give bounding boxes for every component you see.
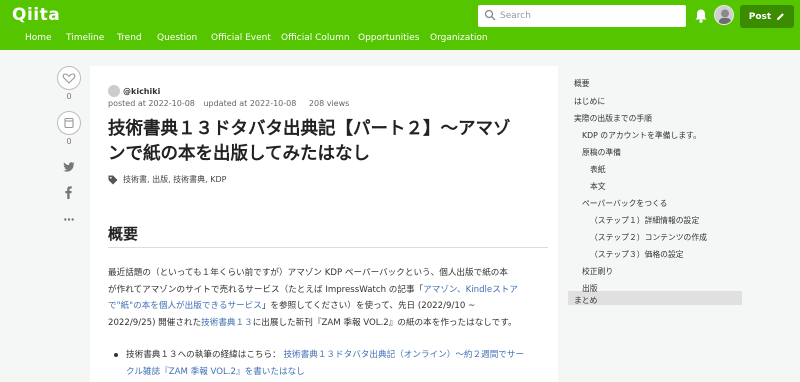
view-count: 208 views [308, 99, 350, 108]
bell-icon[interactable] [694, 8, 708, 24]
toc-item[interactable]: 表紙 [590, 164, 606, 175]
toc-item[interactable]: （ステップ２）コンテンツの作成 [590, 232, 707, 243]
toc-item[interactable]: ペーパーバックをつくる [582, 198, 667, 209]
search-input[interactable] [500, 6, 680, 26]
heart-icon [62, 73, 76, 84]
tag-list: 技術書, 出版, 技術書典, KDP [108, 174, 227, 185]
like-count: 0 [66, 92, 72, 101]
toc-item[interactable]: 本文 [590, 181, 606, 192]
author-block[interactable]: @kichiki [108, 85, 160, 97]
tags-text[interactable]: 技術書, 出版, 技術書典, KDP [123, 174, 227, 185]
like-button[interactable] [57, 66, 81, 90]
main-nav: Home Timeline Trend Question Official Ev… [0, 32, 800, 50]
impresswatch-link-part2[interactable]: で"紙"の本を個人が出版できるサービス [108, 301, 262, 311]
stock-icon [64, 117, 74, 129]
toc-item[interactable]: （ステップ３）価格の設定 [590, 249, 684, 260]
toc-item-active[interactable]: まとめ [574, 295, 597, 306]
tag-icon [108, 175, 118, 184]
article: @kichiki posted at 2022-10-08 updated at… [90, 66, 558, 382]
post-meta: posted at 2022-10-08 updated at 2022-10-… [108, 99, 349, 108]
bullet-dot [114, 353, 118, 357]
toc-item[interactable]: （ステップ１）詳細情報の設定 [590, 215, 699, 226]
nav-opportunities[interactable]: Opportunities [358, 33, 419, 43]
nav-official-column[interactable]: Official Column [281, 33, 350, 43]
stock-count: 0 [66, 137, 72, 146]
twitter-icon[interactable] [63, 162, 75, 172]
author-avatar[interactable] [108, 85, 120, 97]
nav-timeline[interactable]: Timeline [66, 33, 104, 43]
toc-item[interactable]: 出版 [582, 283, 598, 294]
impresswatch-link-part1[interactable]: アマゾン、Kindleストア [423, 285, 518, 295]
post-button[interactable]: Post [740, 5, 794, 28]
intro-paragraph: 最近話題の（といっても１年くらい前ですが）アマゾン KDP ペーパーバックという… [108, 268, 518, 329]
nav-official-event[interactable]: Official Event [211, 33, 271, 43]
nav-organization[interactable]: Organization [430, 33, 488, 43]
avatar-image [715, 6, 733, 24]
gishotenten-link[interactable]: 技術書典１３ [201, 318, 253, 328]
article-title: 技術書典１３ドタバタ出典記【パート２】〜アマゾ ンで紙の本を出版してみたはなし [108, 119, 511, 164]
toc-item[interactable]: 原稿の準備 [582, 147, 621, 158]
heading-divider [108, 247, 548, 248]
stock-button[interactable] [57, 111, 81, 135]
nav-question[interactable]: Question [157, 33, 197, 43]
toc-item[interactable]: はじめに [574, 96, 605, 107]
nav-home[interactable]: Home [25, 33, 52, 43]
author-name[interactable]: @kichiki [123, 87, 160, 96]
toc-item[interactable]: 概要 [574, 78, 590, 89]
section-heading: 概要 [108, 225, 139, 243]
pencil-icon [777, 13, 785, 20]
toc-item[interactable]: KDP のアカウントを準備します。 [582, 130, 701, 141]
updated-date: updated at 2022-10-08 [203, 99, 297, 108]
toc-item[interactable]: 実際の出版までの手順 [574, 113, 652, 124]
search-icon [484, 9, 496, 21]
toc-item[interactable]: 校正刷り [582, 266, 613, 277]
top-bar: Qiita Post [0, 0, 800, 32]
previous-article-link-part2[interactable]: クル雑誌『ZAM 季報 VOL.2』を書いたはなし [126, 367, 305, 377]
qiita-logo[interactable]: Qiita [12, 5, 60, 25]
posted-date: posted at 2022-10-08 [108, 99, 195, 108]
facebook-icon[interactable] [65, 186, 72, 199]
more-icon[interactable] [64, 218, 74, 221]
nav-trend[interactable]: Trend [117, 33, 142, 43]
post-button-label: Post [748, 11, 772, 22]
search-box[interactable] [478, 5, 686, 27]
list-item: 技術書典１３への執筆の経緯はこちら： 技術書典１３ドタバタ出典記（オンライン）〜… [108, 347, 548, 380]
user-avatar[interactable] [714, 5, 734, 25]
previous-article-link-part1[interactable]: 技術書典１３ドタバタ出典記（オンライン）〜約２週間でサー [283, 350, 524, 360]
